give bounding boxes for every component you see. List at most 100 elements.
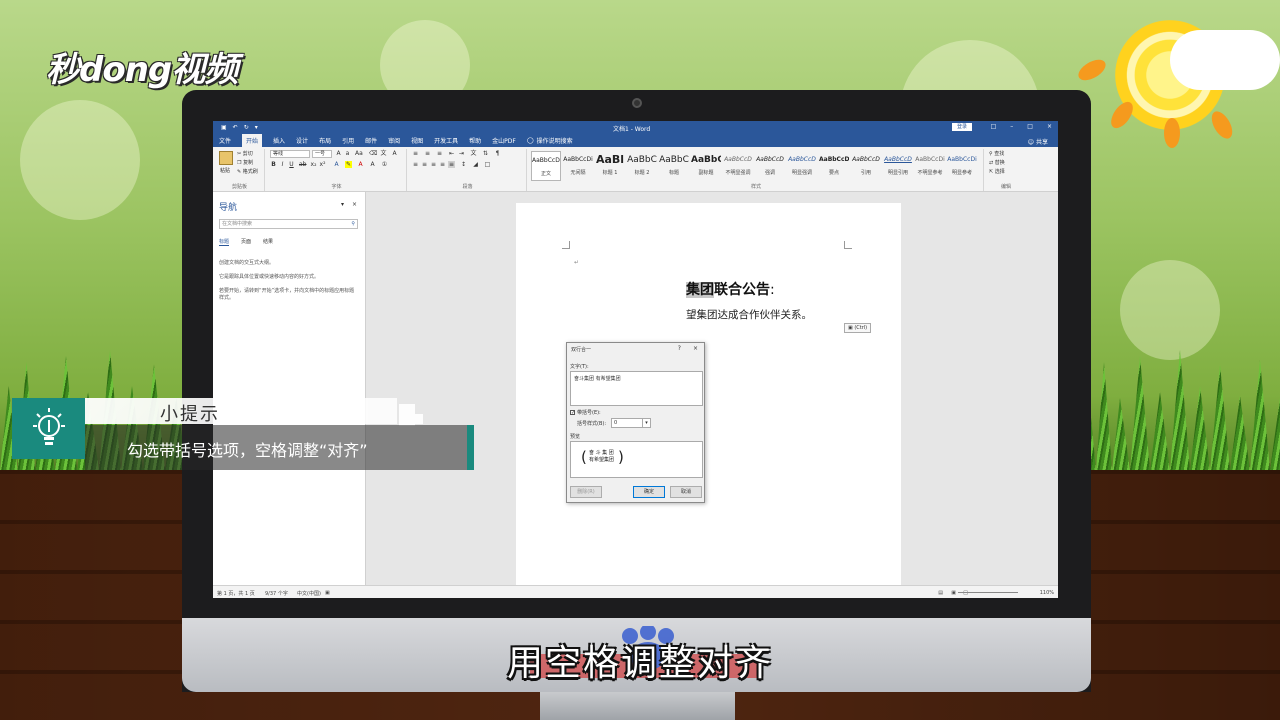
style-title[interactable]: AaBbC 标题 (659, 151, 689, 181)
save-icon[interactable]: ▣ (221, 124, 227, 131)
style-emphasis[interactable]: AaBbCcD 强调 (755, 151, 785, 181)
font-name-select[interactable]: 等线 (270, 150, 310, 158)
help-icon[interactable]: ? (678, 345, 681, 352)
show-marks-icon[interactable]: ¶ (494, 150, 501, 157)
tab-review[interactable]: 审阅 (388, 136, 400, 145)
style-strong[interactable]: AaBbCcD 要点 (819, 151, 849, 181)
macro-icon[interactable]: ▣ (325, 590, 330, 596)
print-layout-icon[interactable]: ▣ (951, 590, 956, 596)
tab-mailings[interactable]: 邮件 (365, 136, 377, 145)
delete-button[interactable]: 删除(R) (570, 486, 602, 498)
chevron-down-icon[interactable]: ▾ (642, 419, 650, 427)
nav-tab-pages[interactable]: 页面 (241, 238, 251, 246)
tab-insert[interactable]: 插入 (273, 136, 285, 145)
select-button[interactable]: ⇱ 选择 (989, 168, 1005, 175)
format-painter-button[interactable]: ✎ 格式刷 (237, 168, 258, 175)
combine-text-input[interactable]: 奋斗集团 有希望集团 (570, 371, 703, 406)
customize-icon[interactable]: ▾ (255, 124, 258, 131)
language-indicator[interactable]: 中文(中国) (297, 590, 321, 597)
tab-view[interactable]: 视图 (411, 136, 423, 145)
nav-search-input[interactable]: 在文档中搜索 ⚲ (219, 219, 358, 229)
increase-indent-icon[interactable]: ⇥ (458, 150, 465, 157)
style-intense-reference[interactable]: AaBbCcDi 明显参考 (947, 151, 977, 181)
zoom-level[interactable]: 110% (1040, 590, 1054, 596)
bracket-style-select[interactable]: 0 ▾ (611, 418, 651, 428)
tab-file[interactable]: 文件 (219, 136, 231, 145)
sort-icon[interactable]: ⇅ (482, 150, 489, 157)
font-color-icon[interactable]: A (357, 161, 364, 168)
tab-help[interactable]: 帮助 (469, 136, 481, 145)
style-subtle-reference[interactable]: AaBbCcDi 不明显参考 (915, 151, 945, 181)
tab-references[interactable]: 引用 (342, 136, 354, 145)
find-button[interactable]: ⚲ 查找 (989, 150, 1004, 157)
paste-options-button[interactable]: ▣ (Ctrl) (844, 323, 872, 333)
char-shading-icon[interactable]: A (369, 161, 376, 168)
superscript-icon[interactable]: x² (319, 161, 326, 168)
char-border-icon[interactable]: A (391, 150, 398, 157)
bracket-checkbox[interactable]: ✓ (570, 410, 575, 416)
nav-close-icon[interactable]: × (352, 201, 357, 208)
style-subtle-emphasis[interactable]: AaBbCcD 不明显强调 (723, 151, 753, 181)
ribbon-display-icon[interactable]: □ (991, 123, 997, 130)
paste-icon[interactable] (219, 151, 233, 165)
paste-label[interactable]: 粘贴 (220, 167, 230, 174)
share-button[interactable]: ☺ 共享 (1028, 137, 1048, 146)
text-effects-icon[interactable]: A (333, 161, 340, 168)
search-icon[interactable]: ⚲ (351, 220, 355, 228)
bracket-checkbox-row[interactable]: ✓ 带括号(E): (570, 409, 601, 416)
tab-layout[interactable]: 布局 (319, 136, 331, 145)
nav-options-icon[interactable]: ▾ (341, 201, 344, 208)
redo-icon[interactable]: ↻ (244, 124, 249, 131)
style-heading-1[interactable]: AaBl 标题 1 (595, 151, 625, 181)
distributed-icon[interactable]: ≡ (448, 161, 455, 168)
grow-font-icon[interactable]: A (335, 150, 342, 157)
clear-format-icon[interactable]: ⌫ (369, 150, 377, 157)
italic-icon[interactable]: I (279, 161, 286, 168)
bullets-icon[interactable]: ≡ (412, 150, 419, 157)
tab-design[interactable]: 设计 (296, 136, 308, 145)
subscript-icon[interactable]: x₂ (310, 161, 317, 168)
align-center-icon[interactable]: ≡ (421, 161, 428, 168)
style-normal[interactable]: AaBbCcDi 正文 (531, 151, 561, 181)
document-body-text[interactable]: 望集团达成合作伙伴关系。 (686, 307, 812, 322)
ok-button[interactable]: 确定 (633, 486, 665, 498)
phonetic-icon[interactable]: 文 (380, 150, 387, 157)
style-intense-emphasis[interactable]: AaBbCcD 明显强调 (787, 151, 817, 181)
underline-icon[interactable]: U (288, 161, 295, 168)
shading-icon[interactable]: ◢ (472, 161, 479, 168)
tab-pdf[interactable]: 金山PDF (492, 136, 516, 145)
style-intense-quote[interactable]: AaBbCcD 明显引用 (883, 151, 913, 181)
style-no-spacing[interactable]: AaBbCcDi 无间隔 (563, 151, 593, 181)
chinese-layout-icon[interactable]: 文 (470, 150, 477, 157)
maximize-icon[interactable]: □ (1027, 123, 1033, 130)
read-mode-icon[interactable]: ▤ (938, 590, 943, 596)
cut-button[interactable]: ✂ 剪切 (237, 150, 253, 157)
enclose-char-icon[interactable]: ① (381, 161, 388, 168)
copy-button[interactable]: ❐ 复制 (237, 159, 253, 166)
change-case-icon[interactable]: Aa (355, 150, 363, 157)
shrink-font-icon[interactable]: a (344, 150, 351, 157)
tell-me-search[interactable]: 操作说明搜索 (537, 136, 573, 145)
multilevel-list-icon[interactable]: ≡ (436, 150, 443, 157)
page-count[interactable]: 第 1 页，共 1 页 (217, 590, 255, 597)
bold-icon[interactable]: B (270, 161, 277, 168)
style-quote[interactable]: AaBbCcD 引用 (851, 151, 881, 181)
web-layout-icon[interactable]: □ (963, 590, 968, 596)
align-right-icon[interactable]: ≡ (430, 161, 437, 168)
replace-button[interactable]: ⇄ 替换 (989, 159, 1005, 166)
align-left-icon[interactable]: ≡ (412, 161, 419, 168)
tab-developer[interactable]: 开发工具 (434, 136, 458, 145)
justify-icon[interactable]: ≡ (439, 161, 446, 168)
style-heading-2[interactable]: AaBbC 标题 2 (627, 151, 657, 181)
style-subtitle[interactable]: AaBbC 副标题 (691, 151, 721, 181)
nav-tab-headings[interactable]: 标题 (219, 238, 230, 246)
line-spacing-icon[interactable]: ↕ (460, 161, 467, 168)
nav-tab-results[interactable]: 结果 (263, 238, 273, 246)
cancel-button[interactable]: 取消 (670, 486, 702, 498)
numbering-icon[interactable]: ≡ (424, 150, 431, 157)
tab-home[interactable]: 开始 (242, 134, 263, 147)
borders-icon[interactable]: □ (484, 161, 491, 168)
font-size-select[interactable]: 一号 (312, 150, 332, 158)
zoom-slider[interactable] (958, 592, 1018, 593)
undo-icon[interactable]: ↶ (233, 124, 238, 131)
